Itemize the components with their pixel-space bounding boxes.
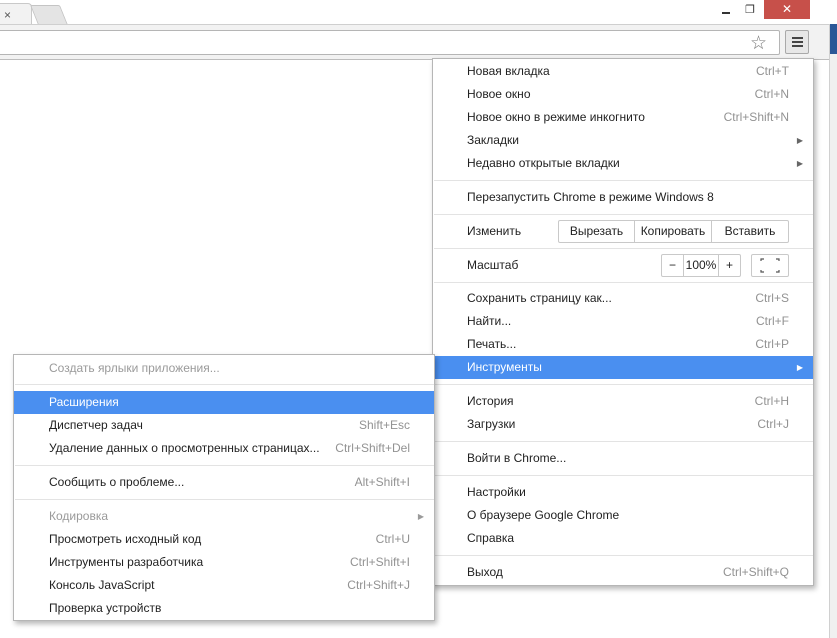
chrome-menu-button[interactable] <box>785 30 809 54</box>
submenu-item-inspect-devices[interactable]: Проверка устройств <box>14 597 434 620</box>
menu-item-exit[interactable]: Выход Ctrl+Shift+Q <box>433 561 813 584</box>
address-bar[interactable]: ☆ <box>0 30 780 55</box>
submenu-item-extensions[interactable]: Расширения <box>14 391 434 414</box>
copy-button[interactable]: Копировать <box>635 221 712 242</box>
close-window-button[interactable]: ✕ <box>764 0 810 19</box>
tab-close-icon[interactable]: × <box>4 8 11 22</box>
menu-item-relaunch-windows8[interactable]: Перезапустить Chrome в режиме Windows 8 <box>433 186 813 209</box>
submenu-item-create-shortcuts: Создать ярлыки приложения... <box>49 361 220 375</box>
menu-item-new-window[interactable]: Новое окно Ctrl+N <box>433 83 813 106</box>
restore-button[interactable]: ❐ <box>740 2 760 18</box>
menu-separator <box>434 441 813 442</box>
submenu-item-encoding: Кодировка ▶ <box>14 505 434 528</box>
menu-item-print[interactable]: Печать... Ctrl+P <box>433 333 813 356</box>
chrome-main-menu: Новая вкладка Ctrl+T Новое окно Ctrl+N Н… <box>432 58 814 586</box>
menu-row-zoom: Масштаб − 100% + <box>433 251 813 279</box>
zoom-in-button[interactable]: + <box>719 255 740 276</box>
title-bar: × ❐ ✕ <box>0 0 837 26</box>
menu-separator <box>434 180 813 181</box>
menu-separator <box>15 465 434 466</box>
cut-button[interactable]: Вырезать <box>559 221 635 242</box>
menu-item-about[interactable]: О браузере Google Chrome <box>433 504 813 527</box>
menu-item-recent-tabs[interactable]: Недавно открытые вкладки ▶ <box>433 152 813 175</box>
menu-separator <box>434 282 813 283</box>
edit-button-group: Вырезать Копировать Вставить <box>558 220 789 243</box>
paste-button[interactable]: Вставить <box>712 221 788 242</box>
hamburger-icon <box>792 37 803 39</box>
menu-item-settings[interactable]: Настройки <box>433 481 813 504</box>
menu-item-save-page[interactable]: Сохранить страницу как... Ctrl+S <box>433 287 813 310</box>
menu-item-new-tab[interactable]: Новая вкладка Ctrl+T <box>433 60 813 83</box>
menu-item-find[interactable]: Найти... Ctrl+F <box>433 310 813 333</box>
fullscreen-button[interactable] <box>751 254 789 277</box>
submenu-item-devtools[interactable]: Инструменты разработчика Ctrl+Shift+I <box>14 551 434 574</box>
submenu-item-js-console[interactable]: Консоль JavaScript Ctrl+Shift+J <box>14 574 434 597</box>
browser-tab[interactable]: × <box>0 3 32 26</box>
menu-item-downloads[interactable]: Загрузки Ctrl+J <box>433 413 813 436</box>
menu-item-help[interactable]: Справка <box>433 527 813 550</box>
new-tab-button[interactable] <box>29 5 69 25</box>
menu-separator <box>15 499 434 500</box>
zoom-out-button[interactable]: − <box>662 255 684 276</box>
bookmark-star-icon[interactable]: ☆ <box>750 32 767 54</box>
menu-separator <box>434 384 813 385</box>
menu-separator <box>434 475 813 476</box>
submenu-item-report-issue[interactable]: Сообщить о проблеме... Alt+Shift+I <box>14 471 434 494</box>
zoom-level: 100% <box>684 255 719 276</box>
submenu-arrow-icon: ▶ <box>796 136 803 145</box>
menu-item-tools[interactable]: Инструменты ▶ <box>433 356 813 379</box>
menu-separator <box>434 214 813 215</box>
menu-separator <box>434 555 813 556</box>
browser-toolbar: ☆ <box>0 24 829 60</box>
submenu-arrow-icon: ▶ <box>417 512 424 521</box>
menu-item-history[interactable]: История Ctrl+H <box>433 390 813 413</box>
menu-item-incognito[interactable]: Новое окно в режиме инкогнито Ctrl+Shift… <box>433 106 813 129</box>
zoom-button-group: − 100% + <box>661 254 741 277</box>
submenu-item-clear-data[interactable]: Удаление данных о просмотренных страница… <box>14 437 434 460</box>
menu-item-bookmarks[interactable]: Закладки ▶ <box>433 129 813 152</box>
menu-separator <box>15 384 434 385</box>
menu-row-edit: Изменить Вырезать Копировать Вставить <box>433 217 813 245</box>
fullscreen-icon <box>760 258 780 273</box>
tools-submenu: Создать ярлыки приложения... Расширения … <box>13 354 435 621</box>
submenu-item-task-manager[interactable]: Диспетчер задач Shift+Esc <box>14 414 434 437</box>
minimize-button[interactable] <box>716 2 736 18</box>
window-edge <box>829 24 837 638</box>
submenu-item-view-source[interactable]: Просмотреть исходный код Ctrl+U <box>14 528 434 551</box>
submenu-arrow-icon: ▶ <box>796 363 803 372</box>
submenu-arrow-icon: ▶ <box>796 159 803 168</box>
menu-item-sign-in[interactable]: Войти в Chrome... <box>433 447 813 470</box>
menu-separator <box>434 248 813 249</box>
